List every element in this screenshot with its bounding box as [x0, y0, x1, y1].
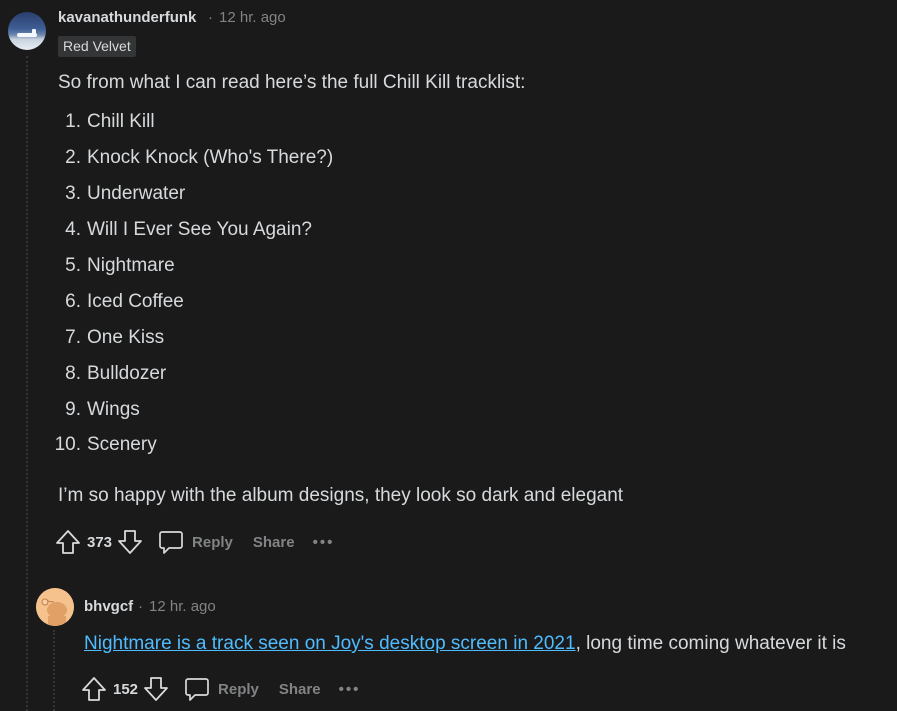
avatar[interactable] [8, 12, 46, 50]
track-number: 4. [65, 219, 81, 240]
avatar[interactable] [36, 588, 74, 626]
track-number: 8. [65, 363, 81, 384]
track-title: Nightmare [87, 255, 175, 276]
track-number: 2. [65, 147, 81, 168]
track-number: 3. [65, 183, 81, 204]
track-number: 10. [54, 434, 81, 455]
track-title: Underwater [87, 183, 186, 204]
comment-timestamp[interactable]: 12 hr. ago [219, 9, 286, 26]
track-title: Knock Knock (Who's There?) [87, 147, 334, 168]
track-item: 4. Will I Ever See You Again? [51, 219, 312, 241]
track-item: 2. Knock Knock (Who's There?) [51, 147, 333, 169]
user-flair: Red Velvet [58, 36, 136, 57]
vote-score: 152 [113, 680, 139, 698]
comment-author[interactable]: bhvgcf [84, 598, 133, 615]
overflow-dots-icon[interactable]: ••• [339, 681, 361, 698]
comment-body-text: , long time coming whatever it is [575, 633, 846, 654]
track-title: Wings [87, 399, 140, 420]
comment-intro-text: So from what I can read here’s the full … [58, 72, 526, 93]
track-number: 5. [65, 255, 81, 276]
comment-action-bar: 152 Reply Share ••• [81, 674, 360, 704]
track-item: 8. Bulldozer [51, 363, 166, 385]
track-number: 9. [65, 399, 81, 420]
upvote-icon[interactable] [55, 529, 81, 555]
downvote-icon[interactable] [143, 676, 169, 702]
reply-button[interactable]: Reply [192, 534, 233, 551]
track-title: Bulldozer [87, 363, 167, 384]
comment-outro-text: I’m so happy with the album designs, the… [58, 485, 624, 506]
comment-bubble-icon[interactable] [158, 529, 184, 555]
track-title: Chill Kill [87, 111, 155, 132]
share-button[interactable]: Share [279, 681, 321, 698]
upvote-icon[interactable] [81, 676, 107, 702]
thread-line[interactable] [53, 630, 55, 711]
track-title: One Kiss [87, 327, 165, 348]
track-item: 6. Iced Coffee [51, 291, 184, 313]
track-item: 9. Wings [51, 399, 140, 421]
reply-button[interactable]: Reply [218, 681, 259, 698]
track-title: Will I Ever See You Again? [87, 219, 312, 240]
track-item: 3. Underwater [51, 183, 185, 205]
avatar-tail-shape [32, 29, 36, 37]
snoo-avatar-icon [36, 588, 74, 626]
comment-bubble-icon[interactable] [184, 676, 210, 702]
vote-score: 373 [87, 533, 113, 551]
meta-separator: · [208, 9, 213, 26]
track-number: 1. [65, 111, 81, 132]
overflow-dots-icon[interactable]: ••• [313, 534, 335, 551]
comment-body: Nightmare is a track seen on Joy's deskt… [84, 633, 846, 655]
meta-separator: · [138, 598, 143, 615]
inline-link[interactable]: Nightmare is a track seen on Joy's deskt… [84, 633, 576, 654]
thread-line[interactable] [26, 56, 28, 711]
track-item: 7. One Kiss [51, 327, 164, 349]
track-title: Scenery [87, 434, 157, 455]
track-item: 10. Scenery [51, 434, 157, 456]
comment-author[interactable]: kavanathunderfunk [58, 9, 196, 26]
track-number: 6. [65, 291, 81, 312]
comment-action-bar: 373 Reply Share ••• [55, 527, 334, 557]
track-item: 5. Nightmare [51, 255, 175, 277]
downvote-icon[interactable] [117, 529, 143, 555]
track-item: 1. Chill Kill [51, 111, 155, 133]
track-title: Iced Coffee [87, 291, 184, 312]
share-button[interactable]: Share [253, 534, 295, 551]
comment-timestamp[interactable]: 12 hr. ago [149, 598, 216, 615]
track-number: 7. [65, 327, 81, 348]
